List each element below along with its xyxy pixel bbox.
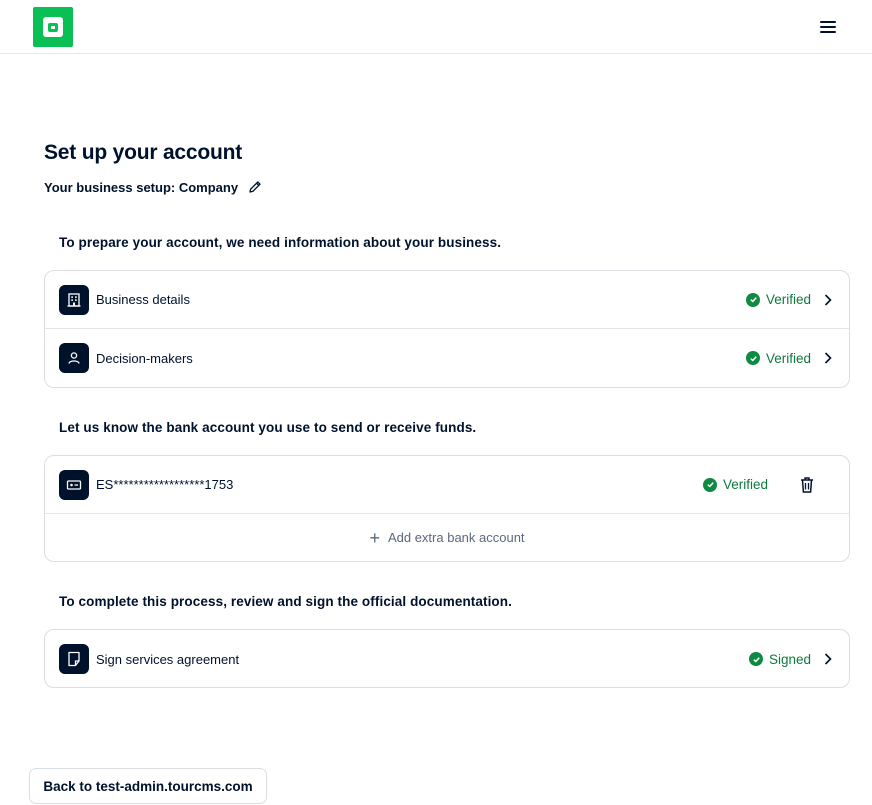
documents-card: Sign services agreement Signed — [44, 629, 850, 688]
bank-card: ES******************1753 Verified + Add … — [44, 455, 850, 562]
bank-card-icon — [59, 470, 89, 500]
status-text: Verified — [766, 350, 812, 366]
chevron-right-icon — [824, 294, 832, 306]
sign-agreement-label: Sign services agreement — [96, 651, 240, 667]
status-text: Signed — [769, 651, 812, 667]
docs-section-heading: To complete this process, review and sig… — [59, 594, 512, 609]
pencil-edit-icon[interactable] — [247, 179, 263, 195]
page-title: Set up your account — [44, 141, 243, 164]
add-bank-account-button[interactable]: + Add extra bank account — [45, 514, 849, 561]
plus-icon: + — [369, 527, 380, 548]
chevron-right-icon — [824, 653, 832, 665]
business-card: Business details Verified Decision-maker… — [44, 270, 850, 388]
business-details-row[interactable]: Business details Verified — [45, 271, 849, 329]
person-icon — [59, 343, 89, 373]
document-icon — [59, 644, 89, 674]
trash-icon[interactable] — [799, 476, 815, 494]
check-circle-icon — [746, 351, 760, 365]
back-button[interactable]: Back to test-admin.tourcms.com — [29, 768, 267, 804]
chevron-right-icon — [824, 352, 832, 364]
building-icon — [59, 285, 89, 315]
business-details-label: Business details — [96, 292, 190, 307]
check-circle-icon — [746, 292, 760, 307]
sign-agreement-status: Signed — [749, 652, 811, 667]
top-bar — [0, 0, 872, 54]
hamburger-menu-icon[interactable] — [817, 16, 841, 38]
check-circle-icon — [703, 477, 717, 492]
sign-agreement-row[interactable]: Sign services agreement Signed — [45, 630, 849, 687]
business-details-status: Verified — [746, 292, 811, 307]
bank-account-row: ES******************1753 Verified — [45, 456, 849, 514]
bank-account-status: Verified — [703, 477, 768, 492]
status-text: Verified — [723, 477, 769, 492]
decision-makers-status: Verified — [746, 351, 811, 366]
business-section-heading: To prepare your account, we need informa… — [59, 235, 502, 250]
business-setup-text: Your business setup: Company — [44, 179, 239, 195]
decision-makers-label: Decision-makers — [96, 350, 193, 366]
bank-section-heading: Let us know the bank account you use to … — [59, 420, 477, 435]
adyen-logo-icon[interactable] — [33, 7, 73, 47]
decision-makers-row[interactable]: Decision-makers Verified — [45, 329, 849, 387]
add-bank-account-label: Add extra bank account — [387, 530, 525, 545]
bank-account-number: ES******************1753 — [96, 477, 234, 492]
check-circle-icon — [749, 652, 763, 666]
business-setup-line: Your business setup: Company — [44, 179, 263, 195]
status-text: Verified — [766, 292, 812, 307]
